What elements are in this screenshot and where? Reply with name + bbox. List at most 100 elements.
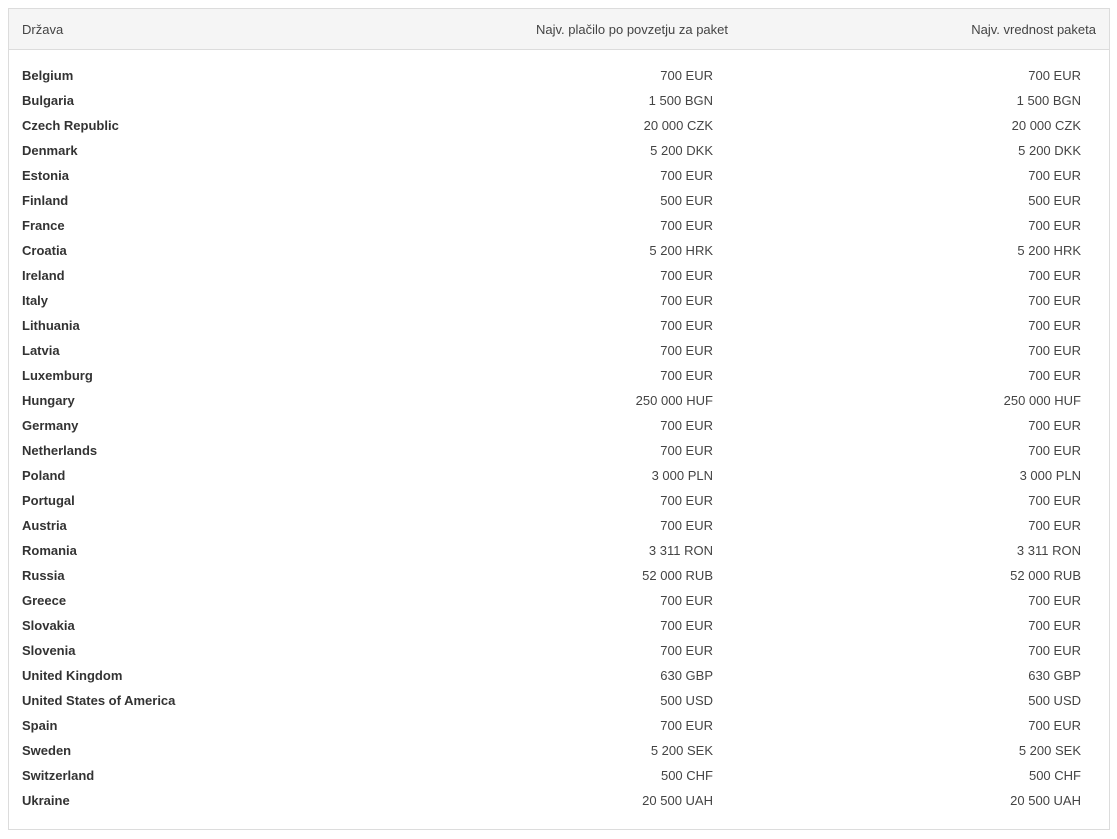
cell-max-value: 1 500 BGN [1016,93,1081,108]
cell-max-payment: 3 311 RON [648,543,713,558]
cell-country: Slovakia [22,618,75,633]
cell-country: Greece [22,593,67,608]
cell-max-value: 700 EUR [1028,368,1081,383]
table-row: United Kingdom 630 GBP 630 GBP [9,663,1109,688]
table-row: Spain 700 EUR 700 EUR [9,713,1109,738]
table-row: United States of America 500 USD 500 USD [9,688,1109,713]
cell-max-value: 700 EUR [1028,443,1081,458]
cell-max-payment: 700 EUR [660,493,713,508]
cell-max-value: 700 EUR [1028,643,1081,658]
cell-max-value: 700 EUR [1028,68,1081,83]
cell-max-payment: 20 500 UAH [642,793,713,808]
cell-country: Lithuania [22,318,80,333]
cell-country: Italy [22,293,49,308]
cell-max-value: 20 000 CZK [1011,118,1081,133]
table-row: Portugal 700 EUR 700 EUR [9,488,1109,513]
cell-max-payment: 700 EUR [660,168,713,183]
cell-max-value: 500 USD [1028,693,1081,708]
cell-max-payment: 700 EUR [660,68,713,83]
cell-max-value: 700 EUR [1028,218,1081,233]
table-row: Switzerland 500 CHF 500 CHF [9,763,1109,788]
cell-max-value: 700 EUR [1028,268,1081,283]
cell-country: Netherlands [22,443,98,458]
column-header-max-payment[interactable]: Najv. plačilo po povzetju za paket [536,9,728,50]
cell-max-payment: 700 EUR [660,418,713,433]
column-header-country[interactable]: Država [22,9,63,50]
column-header-max-value[interactable]: Najv. vrednost paketa [971,9,1096,50]
cell-country: Ukraine [22,793,70,808]
table-row: Germany 700 EUR 700 EUR [9,413,1109,438]
table-row: Estonia 700 EUR 700 EUR [9,163,1109,188]
table-row: Czech Republic 20 000 CZK 20 000 CZK [9,113,1109,138]
table-row: Luxemburg 700 EUR 700 EUR [9,363,1109,388]
cell-max-payment: 3 000 PLN [651,468,713,483]
table-row: Russia 52 000 RUB 52 000 RUB [9,563,1109,588]
cell-max-value: 700 EUR [1028,493,1081,508]
cell-country: United Kingdom [22,668,123,683]
cell-max-value: 700 EUR [1028,293,1081,308]
cell-max-value: 700 EUR [1028,718,1081,733]
cell-max-value: 250 000 HUF [1003,393,1081,408]
cell-max-value: 700 EUR [1028,168,1081,183]
table-row: Lithuania 700 EUR 700 EUR [9,313,1109,338]
cell-max-value: 20 500 UAH [1010,793,1081,808]
table-row: Ireland 700 EUR 700 EUR [9,263,1109,288]
cell-max-payment: 1 500 BGN [648,93,713,108]
cell-max-payment: 700 EUR [660,718,713,733]
cell-country: Austria [22,518,67,533]
cell-country: Switzerland [22,768,95,783]
cell-max-payment: 700 EUR [660,618,713,633]
table-row: Latvia 700 EUR 700 EUR [9,338,1109,363]
table-row: Sweden 5 200 SEK 5 200 SEK [9,738,1109,763]
cell-max-payment: 700 EUR [660,343,713,358]
cell-max-value: 700 EUR [1028,418,1081,433]
table-row: Romania 3 311 RON 3 311 RON [9,538,1109,563]
table-row: Italy 700 EUR 700 EUR [9,288,1109,313]
cell-country: Spain [22,718,58,733]
cell-max-payment: 700 EUR [660,368,713,383]
cell-max-value: 5 200 HRK [1017,243,1081,258]
cell-max-value: 630 GBP [1028,668,1081,683]
cell-max-value: 700 EUR [1028,593,1081,608]
cell-max-value: 5 200 SEK [1018,743,1081,758]
cell-max-payment: 250 000 HUF [635,393,713,408]
cell-max-payment: 5 200 SEK [650,743,713,758]
cell-max-value: 500 EUR [1028,193,1081,208]
table-row: Poland 3 000 PLN 3 000 PLN [9,463,1109,488]
cell-max-value: 700 EUR [1028,318,1081,333]
cell-max-value: 5 200 DKK [1018,143,1081,158]
table-row: Finland 500 EUR 500 EUR [9,188,1109,213]
cell-country: Latvia [22,343,60,358]
cell-max-payment: 700 EUR [660,518,713,533]
table-row: Croatia 5 200 HRK 5 200 HRK [9,238,1109,263]
cell-max-payment: 700 EUR [660,443,713,458]
cell-country: Slovenia [22,643,76,658]
table-row: France 700 EUR 700 EUR [9,213,1109,238]
cell-country: Finland [22,193,69,208]
cell-max-payment: 52 000 RUB [642,568,713,583]
cell-max-value: 3 311 RON [1016,543,1081,558]
cell-max-payment: 5 200 DKK [650,143,713,158]
cell-country: Ireland [22,268,65,283]
table-row: Netherlands 700 EUR 700 EUR [9,438,1109,463]
table-row: Hungary 250 000 HUF 250 000 HUF [9,388,1109,413]
cell-country: Hungary [22,393,75,408]
cell-country: Denmark [22,143,78,158]
cell-country: Croatia [22,243,67,258]
cell-max-payment: 700 EUR [660,293,713,308]
cell-country: Czech Republic [22,118,119,133]
cell-max-payment: 700 EUR [660,593,713,608]
cell-country: Bulgaria [22,93,75,108]
cell-max-value: 700 EUR [1028,618,1081,633]
cell-max-payment: 700 EUR [660,218,713,233]
table-row: Ukraine 20 500 UAH 20 500 UAH [9,788,1109,813]
cell-max-payment: 700 EUR [660,643,713,658]
cell-max-value: 500 CHF [1028,768,1081,783]
cell-country: Sweden [22,743,72,758]
cell-max-value: 700 EUR [1028,518,1081,533]
table-row: Slovenia 700 EUR 700 EUR [9,638,1109,663]
cell-country: Romania [22,543,77,558]
table-row: Greece 700 EUR 700 EUR [9,588,1109,613]
cell-country: Portugal [22,493,75,508]
cell-country: United States of America [22,693,176,708]
